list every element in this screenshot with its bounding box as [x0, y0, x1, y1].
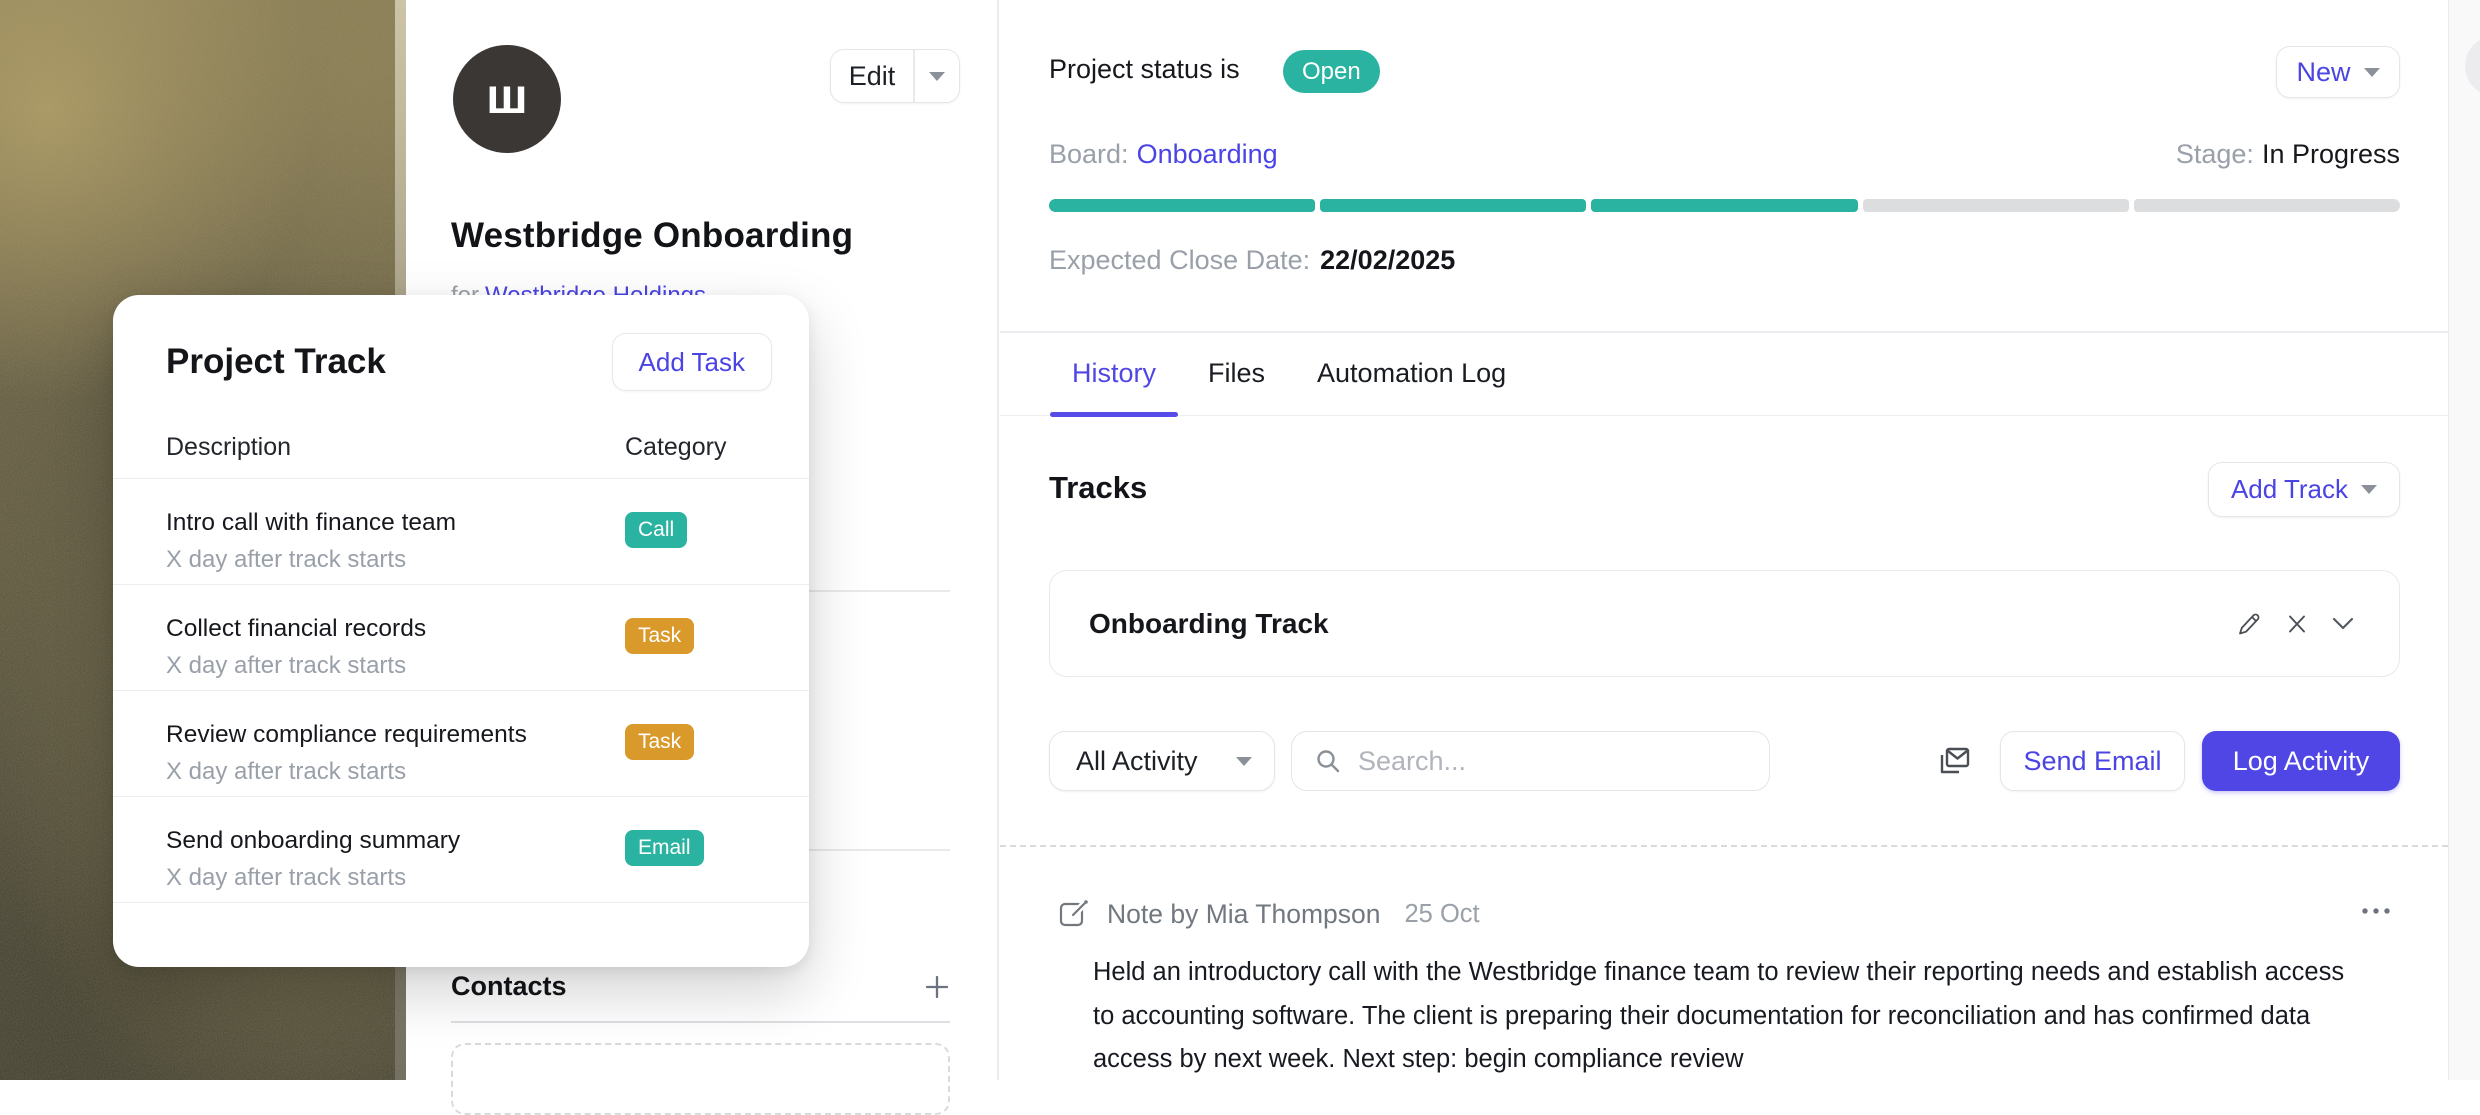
task-description: Send onboarding summary [166, 827, 460, 855]
stage-label: Stage: [2176, 139, 2254, 169]
note-author-line: Note by Mia Thompson [1107, 899, 1381, 930]
remove-track-button[interactable] [2284, 611, 2310, 637]
feed-divider [1000, 845, 2448, 847]
edit-button[interactable]: Edit [831, 50, 913, 102]
progress-segment-empty [1863, 199, 2129, 212]
track-card[interactable]: Onboarding Track [1049, 570, 2400, 677]
panel-divider [997, 0, 999, 1080]
record-main-panel: Project status is Open New Board: Onboard… [1000, 0, 2448, 1080]
board-field: Board: Onboarding [1049, 139, 1278, 170]
progress-segment-filled [1320, 199, 1586, 212]
track-card-title: Onboarding Track [1089, 571, 1329, 676]
task-timing: X day after track starts [166, 546, 406, 574]
note-compose-icon [1057, 898, 1089, 930]
category-badge: Email [625, 830, 704, 866]
task-row[interactable]: Send onboarding summary X day after trac… [113, 796, 809, 902]
task-description: Review compliance requirements [166, 721, 527, 749]
new-button-label: New [2296, 57, 2350, 88]
search-input[interactable] [1358, 732, 1769, 790]
task-description: Collect financial records [166, 615, 426, 643]
contacts-section-header: Contacts [451, 971, 950, 1002]
email-history-button[interactable] [1936, 744, 1972, 778]
category-badge: Task [625, 724, 694, 760]
chevron-down-icon [929, 72, 945, 81]
company-logo-avatar[interactable]: ш [453, 45, 561, 153]
popup-column-headers: Description Category [166, 433, 772, 462]
chevron-down-icon [1236, 757, 1252, 766]
send-email-label: Send Email [2023, 746, 2161, 777]
task-list: Intro call with finance team X day after… [113, 478, 809, 903]
board-label: Board: [1049, 139, 1129, 169]
edit-track-button[interactable] [2235, 610, 2263, 638]
chevron-down-icon [2364, 68, 2380, 77]
tab-bar: History Files Automation Log [1000, 332, 2448, 416]
new-button[interactable]: New [2276, 46, 2400, 98]
expand-track-button[interactable] [2329, 615, 2357, 633]
close-date-value: 22/02/2025 [1320, 245, 1455, 275]
close-date-field: Expected Close Date: 22/02/2025 [1049, 245, 1455, 276]
board-link[interactable]: Onboarding [1137, 139, 1278, 169]
add-track-label: Add Track [2231, 474, 2348, 505]
progress-segment-filled [1049, 199, 1315, 212]
log-activity-label: Log Activity [2233, 746, 2370, 777]
tracks-heading: Tracks [1049, 470, 1147, 506]
project-track-popup: Project Track Add Task Description Categ… [113, 295, 809, 967]
category-badge: Task [625, 618, 694, 654]
stage-field: Stage: In Progress [2176, 139, 2400, 170]
category-badge: Call [625, 512, 687, 548]
task-row[interactable]: Collect financial records X day after tr… [113, 584, 809, 690]
chevron-down-icon [2361, 485, 2377, 494]
popup-header: Project Track Add Task [166, 331, 772, 393]
add-track-button[interactable]: Add Track [2208, 462, 2400, 517]
tab-history[interactable]: History [1050, 332, 1178, 415]
search-icon [1314, 747, 1342, 775]
ellipsis-icon [2360, 906, 2392, 916]
tab-files[interactable]: Files [1186, 332, 1287, 415]
status-label: Project status is [1049, 54, 1240, 85]
add-contact-plus-icon[interactable] [924, 974, 950, 1000]
close-icon [2284, 611, 2310, 637]
activity-filter-dropdown[interactable]: All Activity [1049, 731, 1275, 791]
task-row[interactable]: Intro call with finance team X day after… [113, 478, 809, 584]
task-timing: X day after track starts [166, 652, 406, 680]
send-email-button[interactable]: Send Email [2000, 731, 2185, 791]
task-timing: X day after track starts [166, 864, 406, 892]
crm-project-page: { "left_profile": { "logo_glyph": "ш", "… [0, 0, 2480, 1080]
stage-value: In Progress [2262, 139, 2400, 169]
task-row[interactable]: Review compliance requirements X day aft… [113, 690, 809, 796]
column-category: Category [625, 433, 726, 462]
column-description: Description [166, 433, 291, 461]
record-title: Westbridge Onboarding [451, 216, 853, 256]
pencil-icon [2235, 610, 2263, 638]
progress-segment-filled [1591, 199, 1857, 212]
popup-title: Project Track [166, 342, 386, 382]
chevron-down-icon [2329, 615, 2357, 633]
progress-segment-empty [2134, 199, 2400, 212]
contacts-empty-dropzone[interactable] [451, 1043, 950, 1115]
edit-dropdown-button[interactable] [915, 50, 960, 102]
note-header: Note by Mia Thompson 25 Oct [1057, 898, 1480, 930]
note-author: Mia Thompson [1206, 899, 1381, 929]
note-options-button[interactable] [2360, 906, 2392, 916]
activity-filter-label: All Activity [1076, 746, 1198, 777]
note-prefix: Note by [1107, 899, 1198, 929]
task-description: Intro call with finance team [166, 509, 456, 537]
activity-search [1291, 731, 1770, 791]
close-date-label: Expected Close Date: [1049, 245, 1310, 275]
log-activity-button[interactable]: Log Activity [2202, 731, 2400, 791]
logo-glyph: ш [486, 71, 528, 121]
user-avatar[interactable] [2465, 36, 2480, 96]
note-body: Held an introductory call with the Westb… [1093, 951, 2361, 1082]
status-badge[interactable]: Open [1283, 50, 1380, 93]
right-gutter [2448, 0, 2480, 1080]
contacts-heading: Contacts [451, 971, 567, 1002]
note-date: 25 Oct [1405, 900, 1480, 929]
tab-automation-log[interactable]: Automation Log [1295, 332, 1528, 415]
stage-progress-bar [1049, 199, 2400, 212]
mail-stack-icon [1936, 744, 1972, 778]
add-task-button[interactable]: Add Task [612, 333, 772, 391]
task-timing: X day after track starts [166, 758, 406, 786]
edit-split-button: Edit [830, 49, 960, 103]
contacts-divider [451, 1021, 950, 1023]
